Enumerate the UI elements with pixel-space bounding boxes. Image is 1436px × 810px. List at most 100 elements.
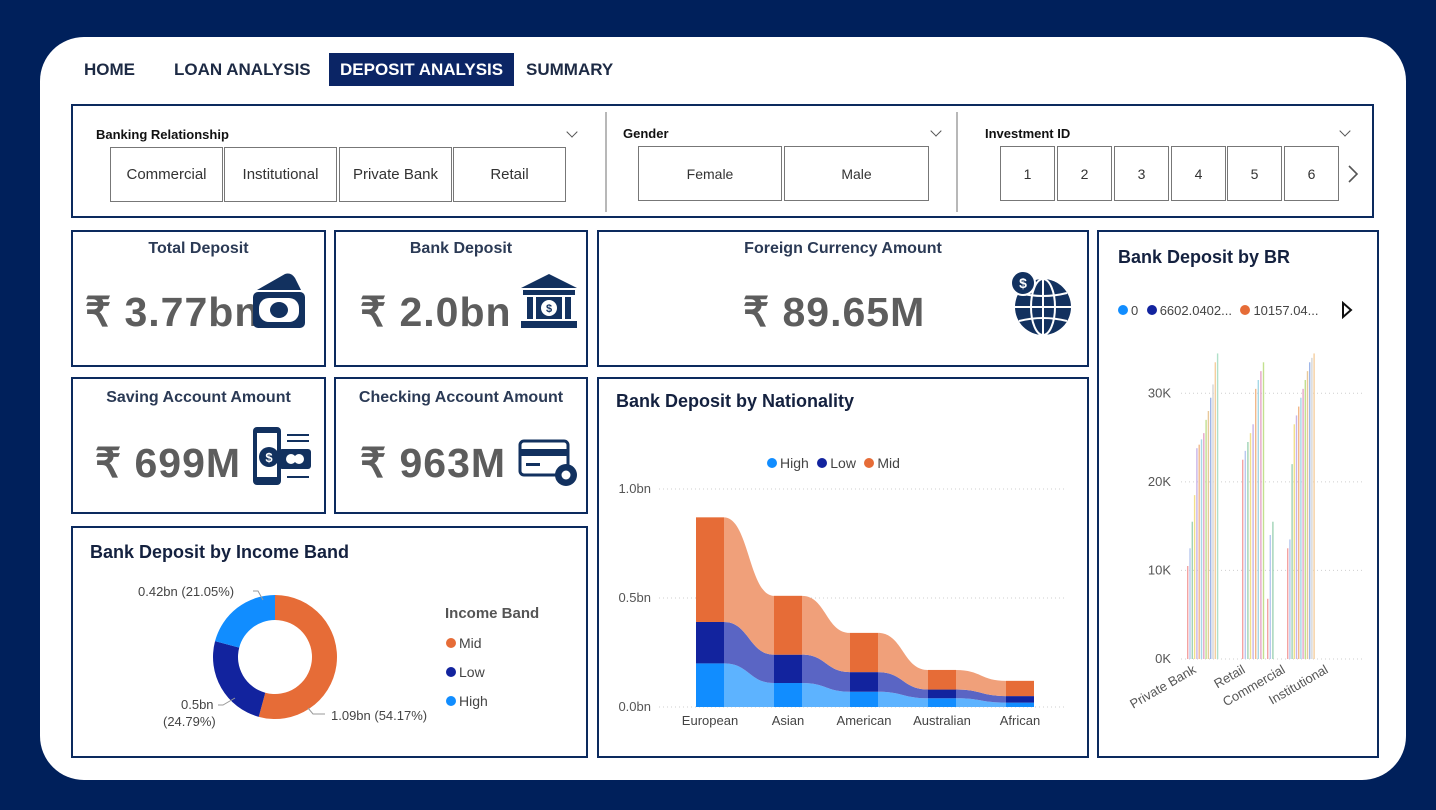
svg-text:$: $ <box>265 450 273 465</box>
bar[interactable] <box>1205 419 1207 659</box>
slicer-option-male[interactable]: Male <box>784 146 929 201</box>
bar[interactable] <box>1267 598 1269 659</box>
chevron-right-icon[interactable] <box>1347 164 1359 184</box>
bar-segment-low[interactable] <box>928 689 956 699</box>
bar[interactable] <box>1210 397 1212 659</box>
bar-segment-high[interactable] <box>774 683 802 707</box>
y-tick-label: 20K <box>1148 474 1171 489</box>
kpi-card-saving-account: Saving Account Amount ₹ 699M $ <box>71 377 326 514</box>
bar[interactable] <box>1244 450 1246 659</box>
bar[interactable] <box>1247 442 1249 659</box>
slicer-option-commercial[interactable]: Commercial <box>110 147 223 202</box>
bar[interactable] <box>1216 353 1219 659</box>
legend-title: Income Band <box>445 605 540 622</box>
bar[interactable] <box>1203 433 1205 659</box>
bar[interactable] <box>1298 406 1300 659</box>
bar-segment-high[interactable] <box>850 691 878 707</box>
tab-loan-analysis[interactable]: LOAN ANALYSIS <box>163 53 322 86</box>
bar[interactable] <box>1300 397 1302 659</box>
donut-chart: 0.42bn (21.05%) 0.5bn (24.79%) 1.09bn (5… <box>138 584 427 729</box>
bar[interactable] <box>1293 424 1295 659</box>
slicer-option-female[interactable]: Female <box>638 146 782 201</box>
bar[interactable] <box>1187 566 1189 659</box>
bar[interactable] <box>1189 548 1191 659</box>
divider <box>956 112 958 212</box>
kpi-card-checking-account: Checking Account Amount ₹ 963M <box>334 377 588 514</box>
bar[interactable] <box>1212 384 1214 659</box>
bar[interactable] <box>1252 424 1254 659</box>
bar[interactable] <box>1311 357 1313 659</box>
leader-line <box>307 707 325 715</box>
tab-summary[interactable]: SUMMARY <box>515 53 624 86</box>
bar-segment-low[interactable] <box>696 621 724 664</box>
bar[interactable] <box>1255 388 1257 659</box>
bar[interactable] <box>1214 362 1216 659</box>
data-label-low-pct: (24.79%) <box>163 714 216 729</box>
legend-item-low[interactable]: Low <box>446 658 485 686</box>
y-tick-label: 10K <box>1148 562 1171 577</box>
bar[interactable] <box>1200 439 1203 659</box>
bar[interactable] <box>1257 380 1259 659</box>
bar[interactable] <box>1198 444 1200 659</box>
bar-segment-low[interactable] <box>1006 696 1034 703</box>
donut-slice-high[interactable] <box>215 595 275 648</box>
bar[interactable] <box>1289 539 1291 659</box>
bar[interactable] <box>1295 415 1298 659</box>
bar-segment-mid[interactable] <box>850 632 878 673</box>
slicer-option-private-bank[interactable]: Private Bank <box>339 147 452 202</box>
tab-home[interactable]: HOME <box>73 53 146 86</box>
bar[interactable] <box>1249 433 1252 659</box>
y-tick-label: 0.5bn <box>618 590 651 605</box>
bar[interactable] <box>1272 521 1274 659</box>
slicer-option-3[interactable]: 3 <box>1114 146 1169 201</box>
tab-deposit-analysis[interactable]: DEPOSIT ANALYSIS <box>329 53 515 86</box>
slicer-option-retail[interactable]: Retail <box>453 147 566 202</box>
legend-item-high[interactable]: High <box>446 687 488 715</box>
bar-segment-low[interactable] <box>850 672 878 692</box>
kpi-value: ₹ 699M <box>95 440 242 486</box>
bar-chart: 0K10K20K30K Private Bank RetailCommercial… <box>1127 353 1365 711</box>
bar-segment-low[interactable] <box>774 654 802 684</box>
bank-icon: $ <box>521 274 577 328</box>
kpi-title: Saving Account Amount <box>106 389 291 406</box>
legend-item-mid[interactable]: Mid <box>446 629 482 657</box>
bar[interactable] <box>1313 353 1315 659</box>
slicer-option-5[interactable]: 5 <box>1227 146 1282 201</box>
bar[interactable] <box>1306 371 1309 659</box>
bar[interactable] <box>1302 388 1304 659</box>
kpi-title: Total Deposit <box>148 240 249 257</box>
slicer-option-6[interactable]: 6 <box>1284 146 1339 201</box>
bar[interactable] <box>1260 371 1262 659</box>
bar-segment-high[interactable] <box>1006 702 1034 707</box>
kpi-card-bank-deposit: Bank Deposit ₹ 2.0bn $ <box>334 230 588 367</box>
bar[interactable] <box>1291 464 1293 659</box>
chevron-down-icon[interactable] <box>566 126 578 138</box>
bar[interactable] <box>1193 495 1196 659</box>
bar[interactable] <box>1207 411 1210 659</box>
bar[interactable] <box>1196 448 1198 659</box>
slicer-option-4[interactable]: 4 <box>1171 146 1226 201</box>
slicer-option-1[interactable]: 1 <box>1000 146 1055 201</box>
bar[interactable] <box>1262 362 1265 659</box>
bar-segment-mid[interactable] <box>774 595 802 655</box>
kpi-title: Checking Account Amount <box>358 389 564 406</box>
slicer-option-2[interactable]: 2 <box>1057 146 1112 201</box>
bar-segment-mid[interactable] <box>696 517 724 622</box>
globe-dollar-icon: $ <box>1010 270 1071 336</box>
bar[interactable] <box>1304 380 1306 659</box>
chevron-down-icon[interactable] <box>930 125 942 137</box>
bar[interactable] <box>1191 521 1193 659</box>
bar[interactable] <box>1309 362 1311 659</box>
slicer-option-institutional[interactable]: Institutional <box>224 147 337 202</box>
ribbon-chart: 0.0bn 0.5bn 1.0bn European Asian American Aus… <box>618 481 1067 728</box>
bar-segment-mid[interactable] <box>1006 680 1034 697</box>
bar[interactable] <box>1242 459 1244 659</box>
y-tick-label: 30K <box>1148 385 1171 400</box>
y-tick-label: 1.0bn <box>618 481 651 496</box>
chevron-down-icon[interactable] <box>1339 125 1351 137</box>
bar[interactable] <box>1269 535 1271 659</box>
bar[interactable] <box>1287 548 1289 659</box>
bar-segment-high[interactable] <box>696 663 724 707</box>
bar-segment-mid[interactable] <box>928 669 956 690</box>
bar-segment-high[interactable] <box>928 698 956 707</box>
